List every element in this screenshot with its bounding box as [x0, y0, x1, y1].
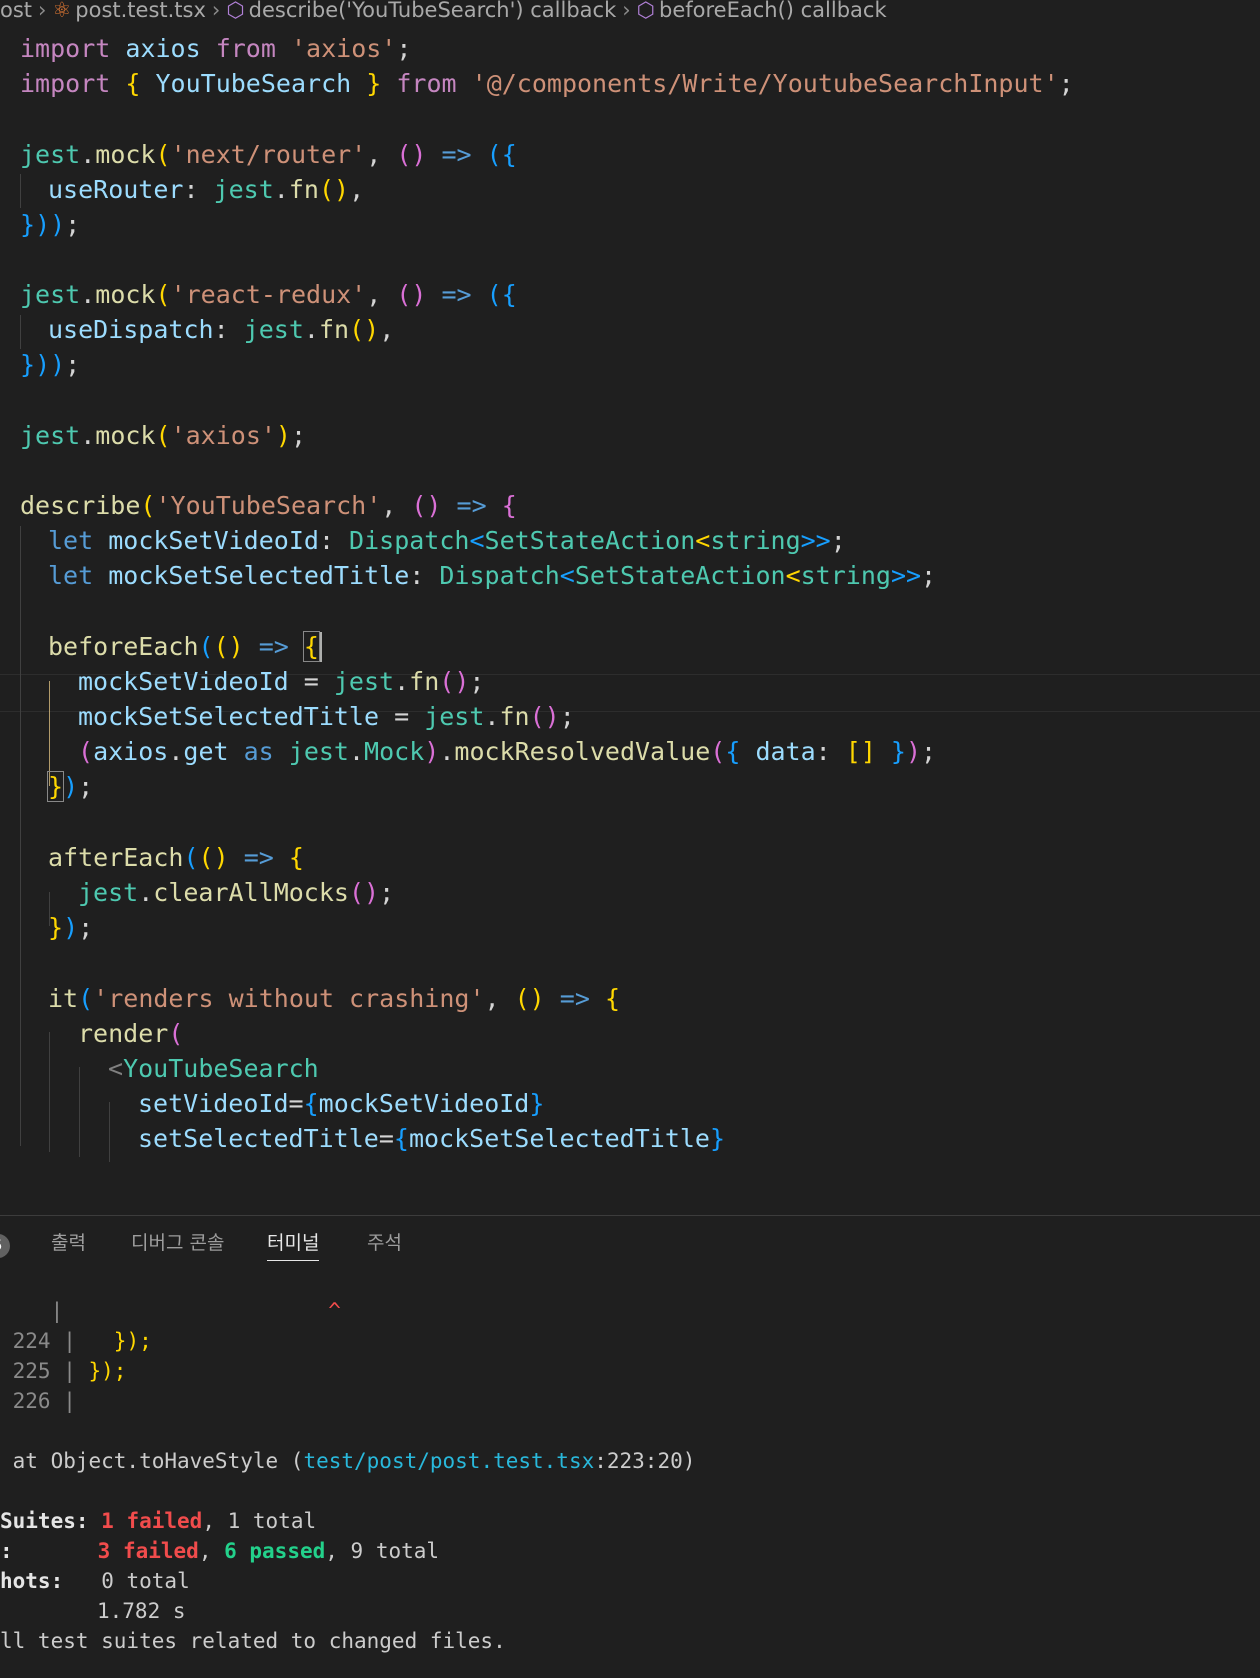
code-line-25: jest.clearAllMocks();	[78, 878, 395, 907]
terminal-code-line: 224 | });	[0, 1329, 152, 1353]
chevron-right-icon: ›	[622, 0, 631, 22]
symbol-method-icon: ⬡	[226, 0, 245, 22]
react-file-icon: ⚛	[52, 0, 72, 22]
code-line-8: jest.mock('react-redux', () => ({	[20, 280, 517, 309]
terminal-time-summary: 1.782 s	[97, 1599, 186, 1623]
code-line-21: (axios.get as jest.Mock).mockResolvedVal…	[78, 737, 937, 766]
panel-tabs: 5 출력 디버그 콘솔 터미널 주석	[0, 1216, 1260, 1268]
breadcrumb: ost › ⚛ post.test.tsx › ⬡ describe('YouTubeSea…	[0, 0, 1260, 22]
terminal-stack-line: at Object.toHaveStyle (test/post/post.te…	[0, 1449, 696, 1473]
code-line-15: let mockSetVideoId: Dispatch<SetStateAct…	[48, 526, 846, 555]
bottom-panel: 5 출력 디버그 콘솔 터미널 주석 |^ 224 | }); 225 | })…	[0, 1215, 1260, 1678]
indent-guide	[49, 1032, 50, 1152]
chevron-right-icon: ›	[211, 0, 221, 22]
problems-count-badge[interactable]: 5	[0, 1234, 10, 1258]
code-line-29: render(	[78, 1019, 184, 1048]
code-line-12: jest.mock('axios');	[20, 421, 307, 450]
breadcrumb-item-folder[interactable]: ost	[0, 0, 32, 21]
terminal-caret-line: | ^	[0, 1299, 341, 1323]
code-line-28: it('renders without crashing', () => {	[48, 984, 621, 1013]
stack-file-link[interactable]: test/post/post.test.tsx	[303, 1449, 594, 1473]
tab-terminal[interactable]: 터미널	[267, 1230, 320, 1261]
code-line-16: let mockSetSelectedTitle: Dispatch<SetSt…	[48, 561, 937, 590]
terminal-suites-summary: Suites: 1 failed, 1 total	[0, 1509, 317, 1533]
indent-guide	[109, 1102, 110, 1162]
text-cursor	[320, 632, 322, 662]
breadcrumb-item-describe[interactable]: describe('YouTubeSearch') callback	[249, 0, 617, 21]
code-line-1: import axios from 'axios';	[20, 34, 412, 63]
code-line-22: });	[46, 771, 94, 802]
terminal-code-line: 226 |	[0, 1389, 76, 1413]
code-line-30: <YouTubeSearch	[108, 1054, 319, 1083]
chevron-right-icon: ›	[38, 0, 47, 22]
code-line-14: describe('YouTubeSearch', () => {	[20, 491, 517, 520]
terminal-tests-summary: :3 failed, 6 passed, 9 total	[0, 1539, 440, 1563]
code-line-24: afterEach(() => {	[48, 843, 304, 872]
breadcrumb-item-file[interactable]: post.test.tsx	[75, 0, 206, 21]
code-line-2: import { YouTubeSearch } from '@/compone…	[20, 69, 1074, 98]
symbol-method-icon: ⬡	[636, 0, 655, 22]
breadcrumb-item-beforeeach[interactable]: beforeEach() callback	[659, 0, 887, 21]
tab-output[interactable]: 출력	[51, 1230, 86, 1260]
indent-guide	[20, 315, 21, 349]
indent-guide	[20, 174, 21, 208]
indent-guide	[79, 1067, 80, 1157]
tab-comments[interactable]: 주석	[367, 1230, 402, 1260]
terminal-code-line: 225 | });	[0, 1359, 127, 1383]
tab-debug-console[interactable]: 디버그 콘솔	[131, 1230, 224, 1260]
code-line-5: useRouter: jest.fn(),	[48, 175, 365, 204]
code-line-19: mockSetVideoId = jest.fn();	[78, 667, 485, 696]
code-line-20: mockSetSelectedTitle = jest.fn();	[78, 702, 575, 731]
terminal-snapshots-summary: hots: 0 total	[0, 1569, 190, 1593]
code-editor[interactable]: import axios from 'axios'; import { YouT…	[0, 22, 1260, 1215]
code-line-26: });	[48, 913, 94, 942]
indent-guide	[20, 526, 21, 1146]
code-line-10: }));	[20, 350, 81, 379]
code-line-9: useDispatch: jest.fn(),	[48, 315, 395, 344]
code-line-32: setSelectedTitle={mockSetSelectedTitle}	[138, 1124, 726, 1153]
code-line-4: jest.mock('next/router', () => ({	[20, 140, 517, 169]
code-line-6: }));	[20, 210, 81, 239]
code-line-31: setVideoId={mockSetVideoId}	[138, 1089, 545, 1118]
terminal-ran-line: ll test suites related to changed files.	[0, 1629, 506, 1653]
code-line-18: beforeEach(() => {	[48, 631, 320, 662]
